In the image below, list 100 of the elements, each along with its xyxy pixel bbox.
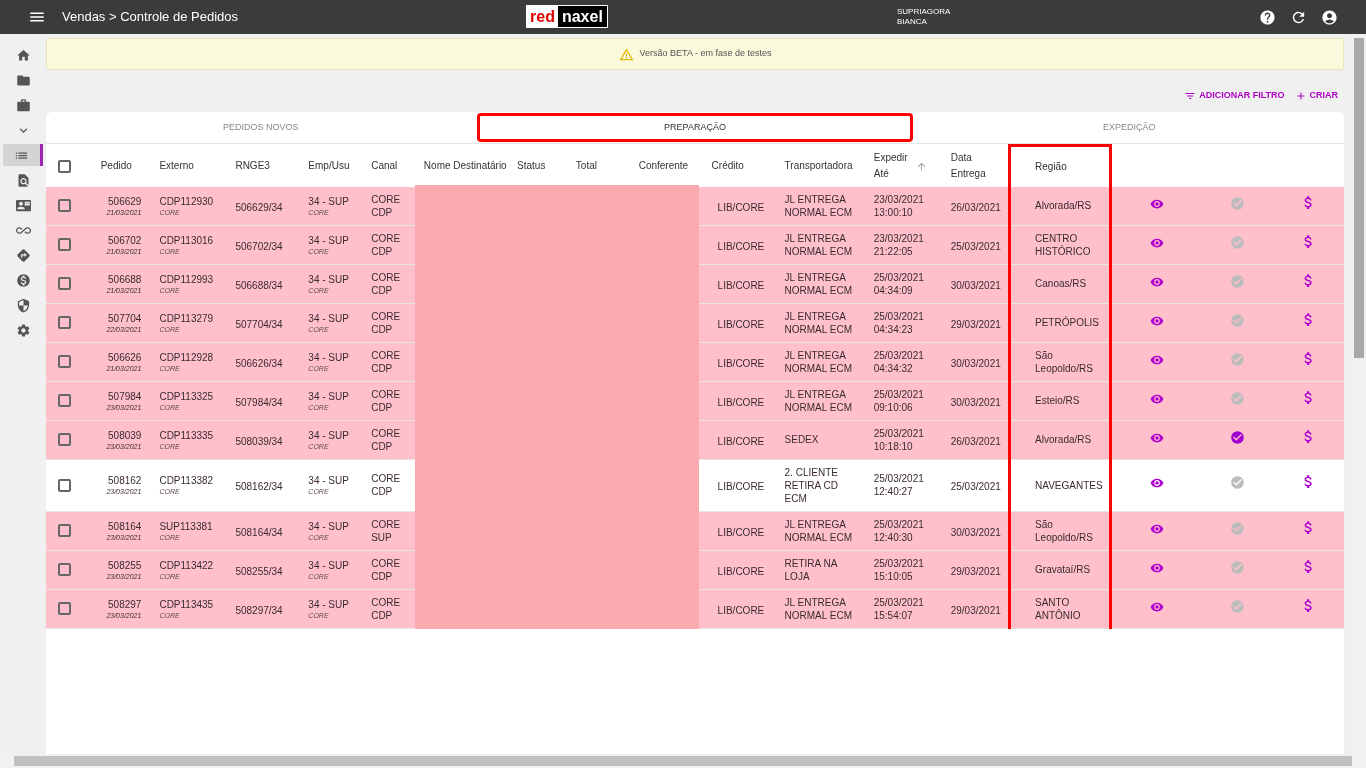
table-cell: 507704/34: [235, 318, 283, 330]
column-header[interactable]: Total: [575, 158, 631, 174]
table-cell-text: JL ENTREGA NORMAL ECM: [784, 270, 853, 297]
row-checkbox[interactable]: [58, 238, 71, 251]
column-header[interactable]: Canal: [371, 158, 416, 174]
user-name: BIANCA: [897, 17, 928, 27]
table-cell-text: 34 - SUP: [308, 389, 350, 403]
confirm-button[interactable]: [1230, 429, 1245, 445]
table-cell: 507984/34: [235, 396, 283, 408]
table-cell-text: 25/03/2021: [873, 517, 925, 531]
table-cell-text: 23/03/2021: [873, 231, 925, 245]
row-checkbox[interactable]: [58, 478, 71, 492]
row-checkbox[interactable]: [58, 433, 71, 446]
row-checkbox[interactable]: [58, 524, 71, 537]
table-cell-text: JL ENTREGA NORMAL ECM: [784, 387, 853, 414]
table-cell-text: 506629: [107, 194, 142, 208]
column-header[interactable]: RNGE3: [235, 158, 301, 174]
column-header[interactable]: Pedido: [100, 158, 152, 174]
table-cell-text: 506702: [107, 233, 142, 247]
table-cell-text: 25/03/2021: [873, 309, 925, 323]
table-cell-text: Gravataí/RS: [1034, 563, 1092, 576]
table-cell-text: 507984: [107, 389, 142, 403]
view-button[interactable]: [1150, 476, 1165, 490]
table-cell: CORE CDP: [371, 426, 402, 453]
table-cell-text: 21:22:05: [873, 244, 914, 258]
table-cell: CORE SUP: [371, 517, 402, 544]
column-header[interactable]: Conferente: [638, 158, 704, 174]
table-cell-text: 23/03/2021: [873, 192, 925, 206]
table-cell-text: LIB/CORE: [716, 604, 765, 616]
table-cell-text: CDP112930: [159, 194, 215, 208]
warning-icon: [618, 46, 634, 62]
table-cell-text: 508255: [107, 558, 142, 572]
list-icon[interactable]: [3, 144, 43, 166]
table-cell-text: LIB/CORE: [716, 481, 765, 492]
breadcrumb: Vendas > Controle de Pedidos: [62, 8, 238, 27]
row-checkbox[interactable]: [58, 394, 71, 407]
column-header[interactable]: Data Entrega: [950, 150, 1005, 182]
table-cell-text: SEDEX: [784, 433, 820, 446]
tab[interactable]: PREPARAÇÃO: [477, 113, 913, 142]
column-header[interactable]: Expedir Até: [873, 150, 910, 182]
table-cell-text: 34 - SUP: [308, 428, 350, 442]
table-cell-text: JL ENTREGA NORMAL ECM: [784, 595, 853, 622]
table-cell-text: LIB/CORE: [716, 357, 765, 369]
column-header[interactable]: Externo: [159, 158, 228, 174]
table-cell-text: 04:34:32: [873, 361, 914, 375]
table-cell: 508255/34: [235, 565, 283, 577]
table-cell-text: 34 - SUP: [308, 597, 350, 611]
tab[interactable]: PEDIDOS NOVOS: [46, 112, 476, 143]
table-cell-text: SUP113381: [159, 519, 214, 533]
table-cell: 25/03/2021: [950, 240, 1001, 252]
table-cell-text: 12:40:27: [873, 485, 914, 498]
table-cell: 508162/34: [235, 481, 283, 492]
table-cell: CORE CDP: [371, 348, 402, 375]
table-cell-text: 09:10:06: [873, 400, 914, 414]
row-checkbox[interactable]: [58, 199, 71, 212]
logo: red: [527, 6, 558, 27]
confirm-button[interactable]: [1230, 475, 1245, 490]
table-cell-text: 25/03/2021: [873, 270, 925, 284]
table-cell: 30/03/2021: [950, 357, 1001, 369]
table-cell-text: CDP113435: [159, 597, 215, 611]
table-cell: 30/03/2021: [950, 279, 1001, 291]
row-checkbox[interactable]: [58, 316, 71, 329]
table-cell-text: CDP112928: [159, 350, 215, 364]
table-cell-text: LIB/CORE: [716, 318, 765, 330]
column-header[interactable]: Nome Destinatário: [423, 158, 510, 174]
row-checkbox[interactable]: [58, 602, 71, 615]
table-cell-text: 25/03/2021: [873, 387, 925, 401]
row-checkbox[interactable]: [58, 355, 71, 368]
user-name: SUPRIAGORA: [897, 7, 951, 17]
filter-icon: [1184, 90, 1197, 102]
action-button[interactable]: CRIAR: [1294, 89, 1338, 103]
account-icon[interactable]: [1321, 8, 1338, 26]
tab[interactable]: EXPEDIÇÃO: [914, 112, 1344, 143]
table-cell: 508297/34: [235, 604, 283, 616]
table-cell-text: 25/03/2021: [873, 595, 925, 609]
column-header[interactable]: Crédito: [711, 158, 777, 174]
logo: naxel: [557, 6, 607, 27]
row-checkbox[interactable]: [58, 563, 71, 576]
select-all-checkbox[interactable]: [58, 159, 71, 173]
column-header[interactable]: Status: [517, 158, 568, 174]
table-cell-text: JL ENTREGA NORMAL ECM: [784, 192, 853, 219]
table-cell-text: Esteio/RS: [1034, 394, 1081, 407]
table-cell-text: LIB/CORE: [716, 240, 765, 252]
table-cell-text: LIB/CORE: [716, 396, 765, 408]
table-cell: 29/03/2021: [950, 604, 1001, 616]
table-cell-text: 506626: [107, 350, 142, 364]
column-header[interactable]: Emp/Usu: [308, 158, 364, 174]
help-icon[interactable]: [1259, 8, 1276, 26]
table-cell-text: 34 - SUP: [308, 233, 350, 247]
table-cell-text: NAVEGANTES: [1034, 478, 1104, 492]
action-button[interactable]: ADICIONAR FILTRO: [1184, 89, 1285, 103]
table-cell-text: RETIRA NA LOJA: [784, 556, 839, 583]
table-cell-text: 25/03/2021: [873, 348, 925, 362]
table-cell: CORE CDP: [371, 387, 402, 414]
table-cell-text: 12:40:30: [873, 530, 914, 544]
row-checkbox[interactable]: [58, 277, 71, 290]
table-cell: 30/03/2021: [950, 396, 1001, 408]
table-cell: 508164/34: [235, 526, 283, 538]
column-header[interactable]: Transportadora: [784, 158, 866, 174]
table-cell-text: São Leopoldo/RS: [1034, 348, 1094, 375]
